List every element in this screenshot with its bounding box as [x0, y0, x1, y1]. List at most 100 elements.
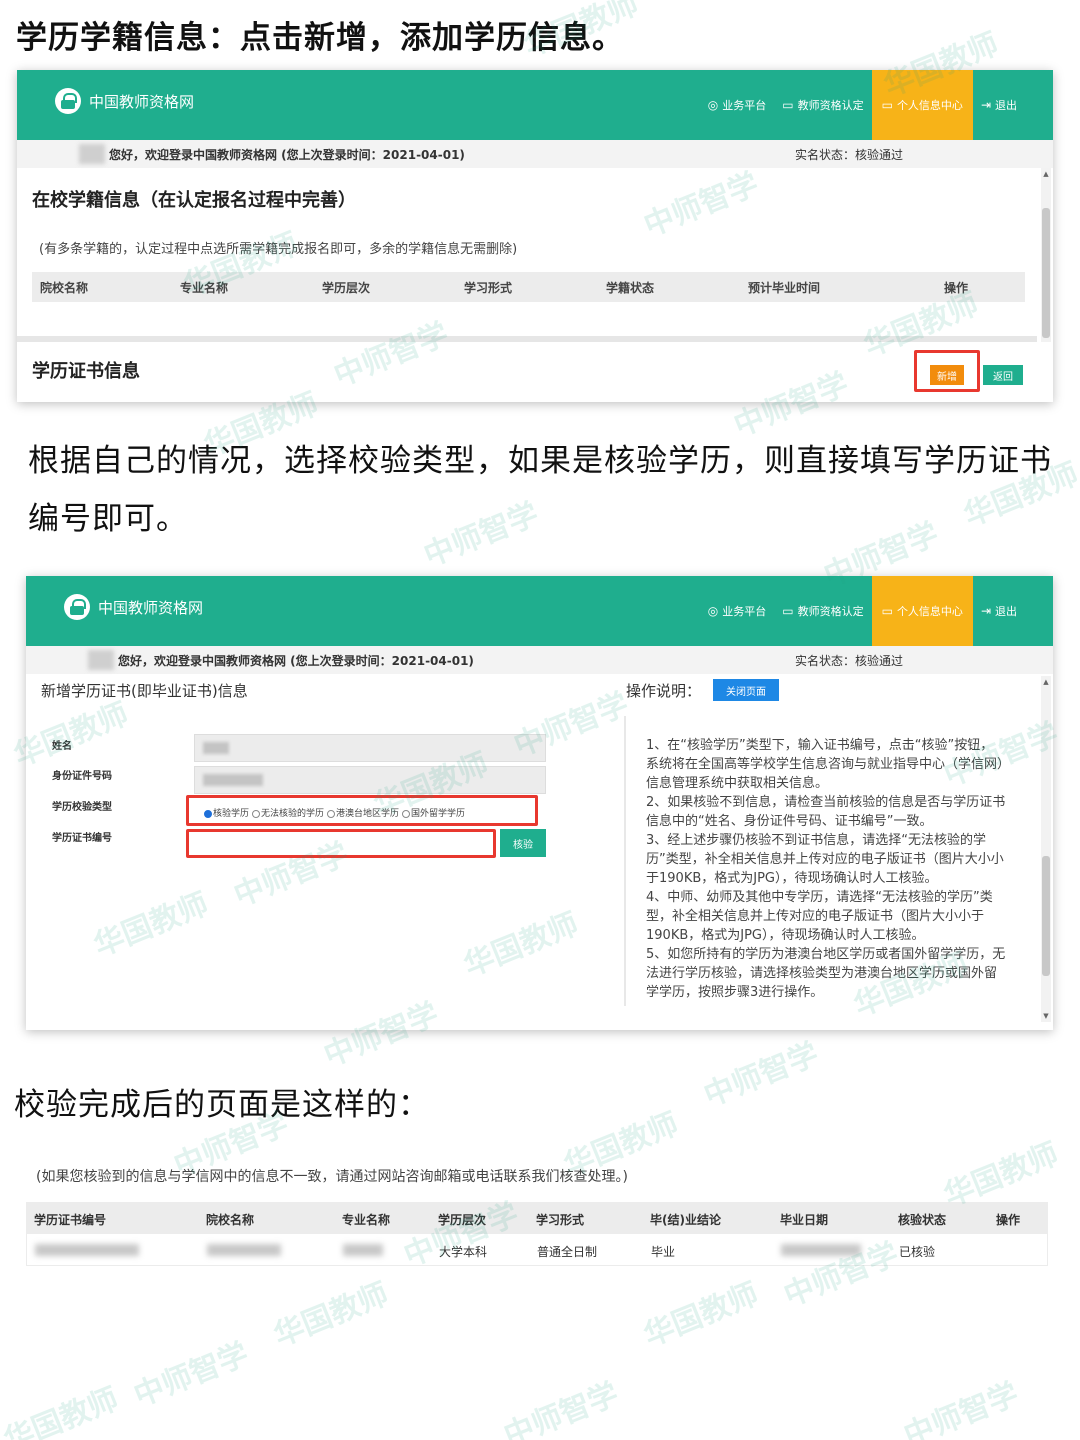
instruction-item: 3、经上述步骤仍核验不到证书信息，请选择“无法核验的学历”类型，补全相关信息并上… — [646, 833, 1004, 886]
col-verify-status: 核验状态 — [898, 1213, 947, 1227]
add-button-highlight — [914, 350, 980, 392]
lock-logo-icon — [55, 88, 81, 114]
site-name: 中国教师资格网 — [89, 92, 195, 111]
label-verify-type: 学历校验类型 — [52, 802, 112, 813]
instruction-item: 4、中师、幼师及其他中专学历，请选择“无法核验的学历”类型，补全相关信息并上传对… — [646, 890, 993, 943]
nav-certification[interactable]: ▭ 教师资格认定 — [774, 576, 871, 646]
blurred-school — [207, 1244, 281, 1256]
instruction-item: 1、在“核验学历”类型下，输入证书编号，点击“核验”按钮，系统将在全国高等学校学… — [646, 738, 1004, 791]
watermark: 中师智学 — [699, 1036, 824, 1114]
instruction-item: 5、如您所持有的学历为港澳台地区学历或者国外留学学历，无法进行学历核验，请选择核… — [646, 947, 1006, 1000]
screenshot-add-certificate: 中国教师资格网 ◎ 业务平台 ▭ 教师资格认定 ▭ 个人信息中心 ⇥ 退出 您好，欢迎登… — [26, 576, 1053, 1030]
monitor-icon: ▭ — [881, 604, 893, 618]
heading-add-education: 学历学籍信息：点击新增，添加学历信息。 — [16, 20, 624, 56]
nav-logout[interactable]: ⇥ 退出 — [973, 576, 1053, 646]
top-nav: ◎ 业务平台 ▭ 教师资格认定 ▭ 个人信息中心 ⇥ 退出 — [700, 70, 1053, 140]
watermark: 华国教师 — [269, 1276, 394, 1354]
realname-status: 实名状态：核验通过 — [794, 654, 903, 668]
cert-info-title: 学历证书信息 — [32, 361, 140, 382]
nav-business-platform[interactable]: ◎ 业务平台 — [700, 576, 774, 646]
watermark: 华国教师 — [0, 1381, 124, 1440]
nav-certification[interactable]: ▭ 教师资格认定 — [774, 70, 871, 140]
col-actions: 操作 — [996, 1213, 1021, 1227]
nav-personal-center[interactable]: ▭ 个人信息中心 — [871, 70, 973, 140]
nav-business-platform[interactable]: ◎ 业务平台 — [700, 70, 774, 140]
site-logo[interactable]: 中国教师资格网 — [64, 594, 203, 620]
name-field[interactable] — [194, 734, 546, 762]
avatar — [79, 144, 105, 164]
cert-number-input[interactable] — [186, 829, 496, 858]
back-button[interactable]: 返回 — [983, 365, 1023, 385]
scrollbar[interactable]: ▲ ▼ — [1041, 676, 1051, 1022]
top-nav: ◎ 业务平台 ▭ 教师资格认定 ▭ 个人信息中心 ⇥ 退出 — [700, 576, 1053, 646]
verify-button[interactable]: 核验 — [500, 829, 546, 857]
instructions: 1、在“核验学历”类型下，输入证书编号，点击“核验”按钮，系统将在全国高等学校学… — [646, 736, 1006, 1002]
monitor-icon: ▭ — [881, 98, 893, 112]
welcome-text: 您好，欢迎登录中国教师资格网 (您上次登录时间：2021-04-01) — [109, 148, 465, 162]
form-title: 新增学历证书(即毕业证书)信息 — [41, 682, 248, 700]
ops-label: 操作说明： — [626, 682, 702, 700]
vertical-divider — [624, 716, 626, 1006]
nav-personal-center[interactable]: ▭ 个人信息中心 — [871, 576, 973, 646]
nav-logout[interactable]: ⇥ 退出 — [973, 70, 1053, 140]
result-table-header: 学历证书编号 院校名称 专业名称 学历层次 学习形式 毕(结)业结论 毕业日期 … — [26, 1202, 1048, 1234]
col-major: 专业名称 — [180, 280, 229, 295]
table-row: 大学本科 普通全日制 毕业 已核验 — [26, 1234, 1048, 1266]
id-number-field[interactable] — [194, 766, 546, 794]
blurred-major — [343, 1244, 383, 1256]
col-form: 学习形式 — [464, 280, 513, 295]
blurred-cert-number — [35, 1244, 139, 1256]
close-page-button[interactable]: 关闭页面 — [713, 679, 779, 701]
site-header: 中国教师资格网 ◎ 业务平台 ▭ 教师资格认定 ▭ 个人信息中心 ⇥ 退出 — [26, 576, 1053, 646]
scroll-thumb[interactable] — [1042, 208, 1050, 338]
result-table: 学历证书编号 院校名称 专业名称 学历层次 学习形式 毕(结)业结论 毕业日期 … — [26, 1202, 1048, 1268]
cell-verify-status: 已核验 — [899, 1245, 936, 1259]
lock-logo-icon — [64, 594, 90, 620]
result-heading: 校验完成后的页面是这样的： — [14, 1087, 430, 1123]
info-bar: 您好，欢迎登录中国教师资格网 (您上次登录时间：2021-04-01) 实名状态… — [17, 140, 1053, 168]
scroll-up-icon[interactable]: ▲ — [1041, 170, 1051, 178]
site-logo[interactable]: 中国教师资格网 — [55, 88, 194, 114]
avatar — [88, 650, 114, 670]
scroll-up-icon[interactable]: ▲ — [1041, 678, 1051, 686]
col-cert-number: 学历证书编号 — [34, 1213, 107, 1227]
monitor-icon: ▭ — [782, 98, 794, 112]
col-school: 院校名称 — [40, 280, 89, 295]
instruction-item: 2、如果核验不到信息，请检查当前核验的信息是否与学历证书信息中的“姓名、身份证件… — [646, 795, 1006, 829]
cell-conclusion: 毕业 — [651, 1245, 676, 1259]
col-conclusion: 毕(结)业结论 — [650, 1213, 721, 1227]
label-name: 姓名 — [52, 741, 72, 752]
watermark: 中师智学 — [899, 1376, 1024, 1440]
watermark: 华国教师 — [639, 1276, 764, 1354]
site-name: 中国教师资格网 — [98, 598, 204, 617]
instruction-paragraph: 根据自己的情况，选择校验类型，如果是核验学历，则直接填写学历证书编号即可。 — [28, 443, 1052, 537]
col-school: 院校名称 — [206, 1213, 255, 1227]
watermark: 中师智学 — [129, 1336, 254, 1414]
cell-level: 大学本科 — [439, 1245, 488, 1259]
col-major: 专业名称 — [342, 1213, 391, 1227]
scroll-down-icon[interactable]: ▼ — [1041, 1012, 1051, 1020]
watermark: 中师智学 — [499, 1376, 624, 1440]
col-form: 学习形式 — [536, 1213, 585, 1227]
label-cert-number: 学历证书编号 — [52, 833, 112, 844]
logout-icon: ⇥ — [980, 604, 991, 618]
site-header: 中国教师资格网 ◎ 业务平台 ▭ 教师资格认定 ▭ 个人信息中心 ⇥ 退出 — [17, 70, 1053, 140]
welcome-text: 您好，欢迎登录中国教师资格网 (您上次登录时间：2021-04-01) — [118, 654, 474, 668]
info-bar: 您好，欢迎登录中国教师资格网 (您上次登录时间：2021-04-01) 实名状态… — [26, 646, 1053, 674]
screenshot-education-list: 中国教师资格网 ◎ 业务平台 ▭ 教师资格认定 ▭ 个人信息中心 ⇥ 退出 您好，欢迎登… — [17, 70, 1053, 402]
col-actions: 操作 — [944, 280, 969, 295]
col-status: 学籍状态 — [606, 280, 655, 295]
col-grad-date: 毕业日期 — [780, 1213, 829, 1227]
verify-type-highlight — [186, 795, 538, 826]
section-divider — [17, 336, 1037, 342]
result-note: (如果您核验到的信息与学信网中的信息不一致，请通过网站咨询邮箱或电话联系我们核查… — [36, 1169, 628, 1185]
school-record-title: 在校学籍信息（在认定报名过程中完善） — [32, 190, 356, 211]
col-level: 学历层次 — [438, 1213, 487, 1227]
monitor-icon: ▭ — [782, 604, 794, 618]
col-level: 学历层次 — [322, 280, 371, 295]
scrollbar[interactable]: ▲ — [1041, 168, 1051, 342]
platform-icon: ◎ — [707, 604, 719, 618]
blurred-grad-date — [781, 1244, 861, 1256]
scroll-thumb[interactable] — [1042, 856, 1050, 976]
col-grad-time: 预计毕业时间 — [748, 280, 821, 295]
